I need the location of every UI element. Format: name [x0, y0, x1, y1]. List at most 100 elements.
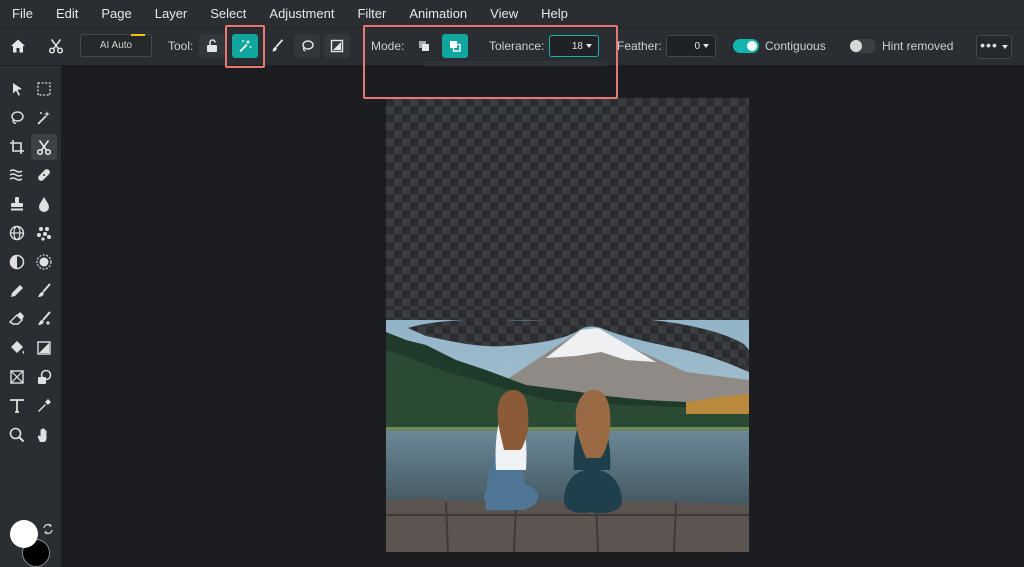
effects-dots-tool-button[interactable] [31, 220, 57, 246]
shape-frame-icon [10, 370, 24, 384]
move-tool-icon [13, 83, 22, 96]
eraser-icon [8, 312, 24, 326]
menu-layer[interactable]: Layer [155, 6, 188, 21]
marquee-select-icon [37, 82, 51, 96]
foreground-color-swatch[interactable] [10, 520, 38, 548]
mode-label: Mode: [371, 39, 405, 53]
blur-drop-icon [39, 197, 49, 213]
more-dropdown-icon [1001, 45, 1008, 49]
liquify-icon [9, 169, 23, 182]
brush-icon [38, 282, 51, 297]
cutout-scissors-tool-button[interactable] [31, 133, 57, 160]
pencil-tool-button[interactable] [4, 278, 30, 304]
cutout-scissors-icon [36, 139, 52, 155]
color-replace-brush-tool-button[interactable] [31, 306, 57, 332]
tools-panel [0, 66, 61, 567]
feather-label: Feather: [617, 39, 662, 53]
blur-drop-tool-button[interactable] [31, 191, 57, 217]
shapes-tool-button[interactable] [31, 364, 57, 390]
ai-accent-bar [131, 34, 145, 36]
tolerance-value: 18 [571, 40, 583, 52]
menu-filter[interactable]: Filter [357, 6, 386, 21]
mode-add-button[interactable] [442, 34, 468, 58]
dodge-burn-icon [9, 254, 25, 270]
tool-rect-button[interactable] [324, 34, 350, 58]
magic-wand-tool-button[interactable] [31, 105, 57, 131]
hint-removed-toggle-knob [850, 40, 862, 52]
crop-icon [10, 139, 24, 154]
hint-removed-toggle[interactable] [850, 39, 876, 53]
home-button[interactable] [5, 34, 31, 58]
menu-edit[interactable]: Edit [56, 6, 78, 21]
effects-dots-icon [37, 227, 51, 241]
healing-bandage-icon [38, 169, 50, 182]
eyedropper-icon [38, 398, 51, 412]
swap-colors-icon[interactable] [41, 522, 55, 536]
menu-adjustment[interactable]: Adjustment [269, 6, 334, 21]
text-tool-tool-button[interactable] [4, 393, 30, 419]
move-tool-tool-button[interactable] [4, 76, 30, 102]
clone-stamp-icon [11, 197, 23, 211]
text-tool-icon [10, 398, 24, 413]
lasso-select-tool-button[interactable] [4, 105, 30, 131]
magic-wand-icon [37, 110, 50, 125]
tool-label: Tool: [168, 39, 194, 53]
more-options-button[interactable]: ••• [976, 35, 1012, 59]
menu-select[interactable]: Select [210, 6, 246, 21]
tolerance-input[interactable]: 18 [549, 35, 599, 57]
menu-bar: File Edit Page Layer Select Adjustment F… [0, 0, 1024, 27]
fill-bucket-tool-button[interactable] [4, 335, 30, 361]
fill-bucket-icon [11, 341, 25, 355]
sponge-sun-icon [36, 254, 52, 270]
healing-bandage-tool-button[interactable] [31, 162, 57, 188]
tool-magic-wand-button[interactable] [232, 34, 258, 58]
mode-subtract-button[interactable] [411, 34, 437, 58]
cutout-tool-button[interactable] [43, 34, 69, 58]
crop-tool-button[interactable] [4, 134, 30, 160]
menu-page[interactable]: Page [101, 6, 131, 21]
zoom-tool-button[interactable] [4, 422, 30, 448]
zoom-icon [9, 427, 25, 442]
contiguous-toggle[interactable] [733, 39, 759, 53]
tolerance-label: Tolerance: [489, 39, 545, 53]
contiguous-label: Contiguous [765, 39, 826, 53]
sponge-sun-tool-button[interactable] [31, 249, 57, 275]
options-toolbar: AI Auto Tool: Mode: Tolerance: 18 Feathe… [0, 27, 1024, 65]
clone-stamp-tool-button[interactable] [4, 191, 30, 217]
filter-globe-tool-button[interactable] [4, 220, 30, 246]
rectangle-select-icon [330, 39, 344, 53]
ai-auto-button[interactable]: AI Auto [80, 34, 152, 57]
eyedropper-tool-button[interactable] [31, 393, 57, 419]
liquify-tool-button[interactable] [4, 162, 30, 188]
document-canvas[interactable] [386, 98, 749, 552]
more-dots-icon: ••• [980, 37, 998, 53]
menu-animation[interactable]: Animation [409, 6, 467, 21]
hand-pan-tool-button[interactable] [31, 422, 57, 448]
dodge-burn-tool-button[interactable] [4, 249, 30, 275]
contiguous-toggle-knob [747, 41, 757, 51]
filter-globe-icon [9, 225, 25, 241]
menu-help[interactable]: Help [541, 6, 568, 21]
tool-lasso-button[interactable] [294, 34, 320, 58]
brush-tool-button[interactable] [31, 278, 57, 304]
shape-frame-tool-button[interactable] [4, 364, 30, 390]
tool-lock-button[interactable] [199, 34, 225, 58]
marquee-select-tool-button[interactable] [31, 76, 57, 102]
lock-select-icon [207, 39, 217, 52]
ai-auto-label: AI Auto [99, 40, 133, 51]
gradient-icon [37, 341, 51, 355]
transparent-region [386, 98, 749, 310]
menu-view[interactable]: View [490, 6, 518, 21]
feather-input[interactable]: 0 [666, 35, 716, 57]
hand-pan-icon [37, 427, 47, 442]
eraser-tool-button[interactable] [4, 306, 30, 332]
magic-wand-icon [239, 39, 252, 53]
gradient-tool-button[interactable] [31, 335, 57, 361]
home-icon [11, 39, 25, 53]
lasso-icon [302, 40, 314, 52]
shapes-icon [38, 369, 52, 384]
lasso-select-icon [11, 111, 24, 124]
menu-file[interactable]: File [12, 6, 33, 21]
pencil-icon [11, 284, 23, 297]
tool-brush-button[interactable] [264, 34, 290, 58]
